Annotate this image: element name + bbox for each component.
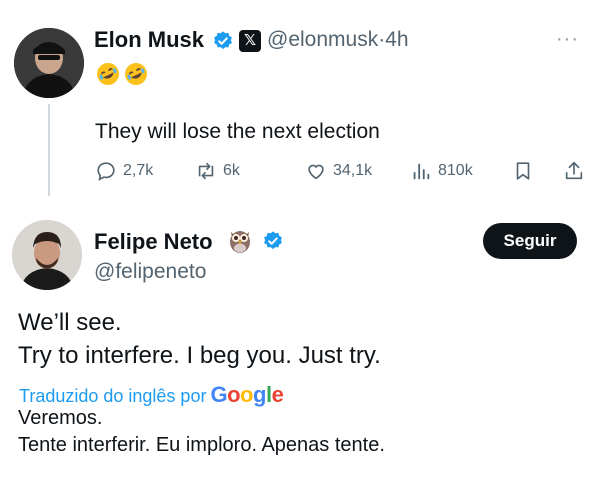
verified-badge-icon bbox=[212, 30, 234, 52]
reply-count: 2,7k bbox=[123, 162, 154, 179]
more-horizontal-icon[interactable]: ··· bbox=[556, 28, 579, 51]
owl-emoji-icon bbox=[227, 226, 253, 254]
reply-icon bbox=[97, 162, 115, 181]
reply-button[interactable]: 2,7k bbox=[95, 160, 153, 182]
views-chart-icon bbox=[413, 163, 430, 180]
translated-by-label: Traduzido do inglês por bbox=[19, 386, 207, 406]
tweet-actions: 2,7k 6k 34,1k 810k bbox=[95, 160, 595, 188]
rofl-emoji-icon bbox=[97, 63, 119, 85]
tweet-text-line: We’ll see. bbox=[18, 309, 122, 336]
author-name[interactable]: Elon Musk bbox=[94, 27, 204, 53]
translation-attribution[interactable]: Traduzido do inglês por Google bbox=[19, 382, 284, 408]
emoji-row bbox=[96, 62, 148, 88]
share-icon bbox=[565, 161, 583, 180]
bookmark-icon bbox=[516, 162, 530, 180]
retweet-button[interactable]: 6k bbox=[195, 160, 240, 182]
author-name[interactable]: Felipe Neto bbox=[94, 229, 213, 255]
views-button[interactable]: 810k bbox=[410, 160, 473, 182]
retweet-icon bbox=[198, 162, 214, 180]
google-logo: Google bbox=[210, 382, 284, 407]
retweet-count: 6k bbox=[223, 162, 240, 179]
handle-and-time[interactable]: @elonmusk·4h bbox=[267, 28, 409, 52]
translation-text-line: Tente interferir. Eu imploro. Apenas ten… bbox=[18, 434, 385, 456]
tweet-text: They will lose the next election bbox=[95, 120, 380, 143]
thread-line bbox=[48, 104, 50, 196]
translation-text-line: Veremos. bbox=[18, 407, 103, 429]
view-count: 810k bbox=[438, 162, 473, 179]
avatar-felipeneto[interactable] bbox=[12, 220, 82, 290]
tweet-text-line: Try to interfere. I beg you. Just try. bbox=[18, 342, 381, 369]
handle[interactable]: @felipeneto bbox=[94, 260, 206, 284]
heart-icon bbox=[308, 164, 324, 180]
x-affiliate-badge-icon: 𝕏 bbox=[239, 30, 261, 52]
like-button[interactable]: 34,1k bbox=[305, 160, 372, 182]
follow-button[interactable]: Seguir bbox=[483, 223, 577, 259]
share-button[interactable] bbox=[563, 160, 585, 182]
verified-badge-icon bbox=[262, 230, 284, 252]
avatar-elonmusk[interactable] bbox=[14, 28, 84, 98]
bookmark-button[interactable] bbox=[512, 160, 534, 182]
like-count: 34,1k bbox=[333, 162, 373, 179]
rofl-emoji-icon bbox=[125, 63, 147, 85]
